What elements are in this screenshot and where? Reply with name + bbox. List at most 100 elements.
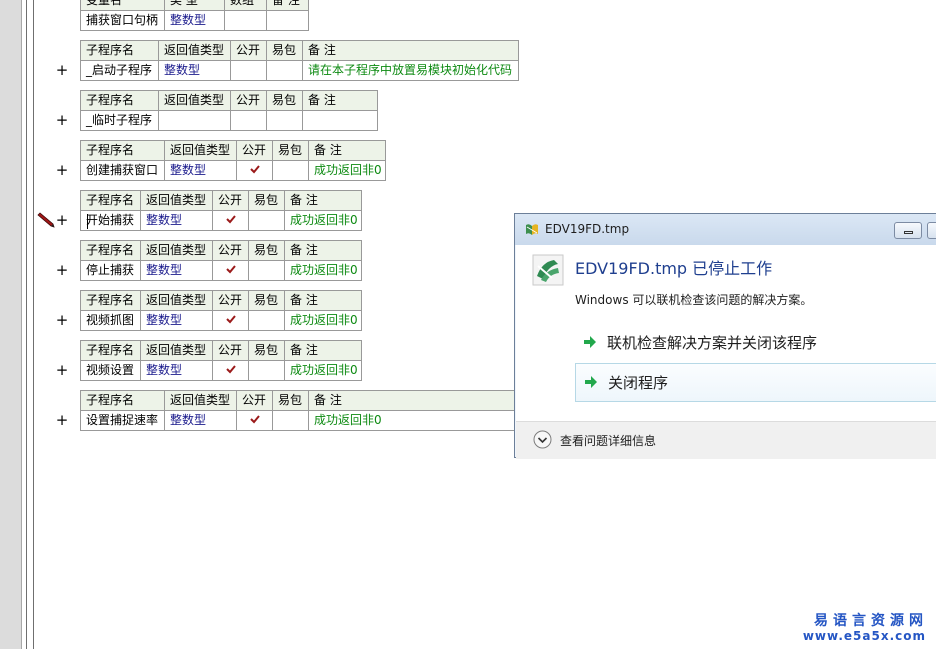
subroutine-table: 子程序名 返回值类型 公开 易包备 注视频抓图 整数型 成功返回非0 bbox=[80, 290, 362, 331]
col-header-easy-pack: 易包 bbox=[272, 390, 309, 411]
sub-name-cell[interactable]: 视频设置 bbox=[80, 360, 141, 381]
check-online-option[interactable]: 联机检查解决方案并关闭该程序 bbox=[575, 324, 936, 360]
expand-plus-icon[interactable]: + bbox=[55, 411, 69, 430]
easy-pack-cell[interactable] bbox=[272, 410, 309, 431]
sub-name-cell[interactable]: 视频抓图 bbox=[80, 310, 141, 331]
col-header-easy-pack: 易包 bbox=[248, 190, 285, 211]
public-cell[interactable] bbox=[230, 60, 267, 81]
col-header-return-type: 返回值类型 bbox=[140, 240, 213, 261]
table-row: 设置捕捉速率 整数型 成功返回非0 bbox=[80, 410, 519, 431]
table-row: _启动子程序 整数型 请在本子程序中放置易模块初始化代码 bbox=[80, 60, 519, 81]
sub-name-cell[interactable]: 创建捕获窗口 bbox=[80, 160, 165, 181]
easy-pack-cell[interactable] bbox=[266, 60, 303, 81]
public-cell[interactable] bbox=[212, 260, 249, 281]
note-cell[interactable]: 成功返回非0 bbox=[284, 210, 362, 231]
var-array-cell[interactable] bbox=[224, 10, 267, 31]
note-cell[interactable] bbox=[302, 110, 378, 131]
view-details-link[interactable]: 查看问题详细信息 bbox=[560, 432, 656, 449]
table-row: 停止捕获 整数型 成功返回非0 bbox=[80, 260, 362, 281]
expand-plus-icon[interactable]: + bbox=[55, 61, 69, 80]
return-type-cell[interactable] bbox=[158, 110, 231, 131]
minimize-button[interactable] bbox=[894, 222, 922, 239]
public-cell[interactable] bbox=[230, 110, 267, 131]
col-header-public: 公开 bbox=[236, 390, 273, 411]
col-header-array: 数组 bbox=[224, 0, 267, 11]
public-cell[interactable] bbox=[236, 410, 273, 431]
app-flag-icon bbox=[524, 222, 540, 238]
expand-plus-icon[interactable]: + bbox=[55, 361, 69, 380]
sub-name-cell[interactable]: 开始捕获 bbox=[80, 210, 141, 231]
public-cell[interactable] bbox=[212, 360, 249, 381]
maximize-button[interactable] bbox=[927, 222, 936, 239]
note-cell[interactable]: 成功返回非0 bbox=[308, 410, 519, 431]
var-type-cell[interactable]: 整数型 bbox=[164, 10, 225, 31]
var-name-cell[interactable]: 捕获窗口句柄 bbox=[80, 10, 165, 31]
expand-plus-icon[interactable]: + bbox=[55, 211, 69, 230]
variable-table: 变量名 类 型 数组 备 注 捕获窗口句柄 整数型 bbox=[80, 0, 309, 31]
col-header-note: 备 注 bbox=[308, 390, 519, 411]
editor-gutter bbox=[0, 0, 22, 649]
note-cell[interactable]: 成功返回非0 bbox=[284, 260, 362, 281]
easy-pack-cell[interactable] bbox=[248, 210, 285, 231]
return-type-cell[interactable]: 整数型 bbox=[140, 360, 213, 381]
return-type-cell[interactable]: 整数型 bbox=[164, 160, 237, 181]
expand-plus-icon[interactable]: + bbox=[55, 161, 69, 180]
col-header-easy-pack: 易包 bbox=[248, 290, 285, 311]
sub-name-cell[interactable]: _启动子程序 bbox=[80, 60, 159, 81]
check-mark-icon bbox=[225, 212, 236, 224]
col-header-easy-pack: 易包 bbox=[266, 40, 303, 61]
sub-name-cell[interactable]: 停止捕获 bbox=[80, 260, 141, 281]
easy-pack-cell[interactable] bbox=[248, 310, 285, 331]
return-type-cell[interactable]: 整数型 bbox=[158, 60, 231, 81]
chevron-down-icon[interactable] bbox=[533, 430, 552, 449]
close-program-option[interactable]: 关闭程序 bbox=[575, 363, 936, 402]
col-header-public: 公开 bbox=[236, 140, 273, 161]
note-cell[interactable]: 成功返回非0 bbox=[284, 310, 362, 331]
easy-pack-cell[interactable] bbox=[248, 360, 285, 381]
col-header-sub-name: 子程序名 bbox=[80, 140, 165, 161]
col-header-return-type: 返回值类型 bbox=[140, 340, 213, 361]
col-header-public: 公开 bbox=[212, 340, 249, 361]
col-header-note: 备 注 bbox=[266, 0, 309, 11]
check-mark-icon bbox=[225, 312, 236, 324]
col-header-easy-pack: 易包 bbox=[272, 140, 309, 161]
col-header-sub-name: 子程序名 bbox=[80, 340, 141, 361]
option-label: 关闭程序 bbox=[608, 374, 669, 392]
dialog-footer: 查看问题详细信息 bbox=[516, 421, 936, 459]
sub-name-cell[interactable]: 设置捕捉速率 bbox=[80, 410, 165, 431]
check-mark-icon bbox=[225, 262, 236, 274]
expand-plus-icon[interactable]: + bbox=[55, 311, 69, 330]
expand-plus-icon[interactable]: + bbox=[55, 111, 69, 130]
col-header-return-type: 返回值类型 bbox=[158, 90, 231, 111]
return-type-cell[interactable]: 整数型 bbox=[140, 260, 213, 281]
easy-pack-cell[interactable] bbox=[266, 110, 303, 131]
var-note-cell[interactable] bbox=[266, 10, 309, 31]
return-type-cell[interactable]: 整数型 bbox=[140, 210, 213, 231]
subroutine-table: 子程序名 返回值类型 公开 易包备 注视频设置 整数型 成功返回非0 bbox=[80, 340, 362, 381]
easy-pack-cell[interactable] bbox=[272, 160, 309, 181]
check-mark-icon bbox=[225, 362, 236, 374]
col-header-note: 备 注 bbox=[302, 40, 519, 61]
col-header-return-type: 返回值类型 bbox=[140, 290, 213, 311]
col-header-note: 备 注 bbox=[302, 90, 378, 111]
note-cell[interactable]: 请在本子程序中放置易模块初始化代码 bbox=[302, 60, 519, 81]
subroutine-table: 子程序名 返回值类型 公开 易包备 注 _启动子程序 整数型 请在本子程序中放置易模块初始化… bbox=[80, 40, 519, 81]
note-cell[interactable]: 成功返回非0 bbox=[308, 160, 386, 181]
col-header-note: 备 注 bbox=[308, 140, 386, 161]
col-header-return-type: 返回值类型 bbox=[164, 390, 237, 411]
dialog-titlebar[interactable]: EDV19FD.tmp bbox=[515, 214, 936, 245]
easy-pack-cell[interactable] bbox=[248, 260, 285, 281]
green-arrow-icon bbox=[584, 375, 598, 389]
col-header-sub-name: 子程序名 bbox=[80, 290, 141, 311]
public-cell[interactable] bbox=[236, 160, 273, 181]
col-header-return-type: 返回值类型 bbox=[140, 190, 213, 211]
check-mark-icon bbox=[249, 162, 260, 174]
return-type-cell[interactable]: 整数型 bbox=[164, 410, 237, 431]
public-cell[interactable] bbox=[212, 210, 249, 231]
note-cell[interactable]: 成功返回非0 bbox=[284, 360, 362, 381]
sub-name-cell[interactable]: _临时子程序 bbox=[80, 110, 159, 131]
expand-plus-icon[interactable]: + bbox=[55, 261, 69, 280]
public-cell[interactable] bbox=[212, 310, 249, 331]
return-type-cell[interactable]: 整数型 bbox=[140, 310, 213, 331]
subroutine-table: 子程序名 返回值类型 公开 易包备 注创建捕获窗口 整数型 成功返回非0 bbox=[80, 140, 386, 181]
